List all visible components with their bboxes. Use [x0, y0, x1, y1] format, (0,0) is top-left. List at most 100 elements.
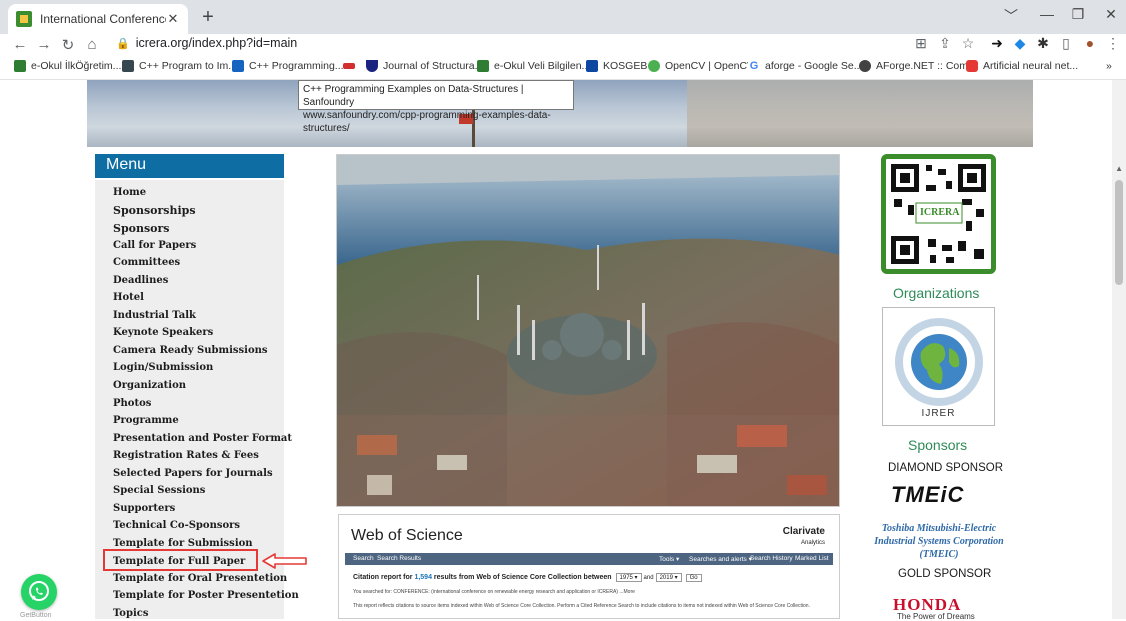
browser-toolbar: ← → ↻ ⌂ 🔒 icrera.org/index.php?id=main ⊞ … [0, 34, 1126, 56]
forward-arrow-icon[interactable]: → [34, 36, 54, 53]
organizations-heading: Organizations [893, 285, 980, 301]
istanbul-photo [336, 154, 840, 507]
minimize-button[interactable]: — [1032, 6, 1062, 22]
tooltip-url: www.sanfoundry.com/cpp-programming-examp… [303, 110, 551, 134]
whatsapp-chat-button[interactable] [21, 574, 57, 610]
scrollbar-thumb[interactable] [1115, 180, 1123, 285]
new-tab-button[interactable]: + [196, 6, 220, 29]
bookmark-item[interactable]: C++ Program to Im... [122, 60, 237, 72]
profile-avatar-icon[interactable]: ● [1081, 35, 1099, 51]
bookmark-favicon-icon [232, 60, 244, 72]
menu-item-topics[interactable]: Topics [113, 608, 148, 619]
extension-blue-icon[interactable]: ◆ [1011, 35, 1029, 52]
browser-menu-icon[interactable]: ⋮ [1104, 35, 1122, 52]
menu-item-sponsors[interactable]: Sponsors [113, 222, 170, 235]
bookmark-item[interactable] [343, 60, 360, 69]
ijrer-logo: IJRER [882, 307, 995, 426]
reload-icon[interactable]: ↻ [58, 36, 78, 54]
menu-item-industrial-talk[interactable]: Industrial Talk [113, 310, 196, 321]
browser-tab[interactable]: International Conference on Rene ✕ [8, 4, 188, 34]
browser-tab-bar: International Conference on Rene ✕ + ﹀ —… [0, 0, 1126, 34]
extensions-puzzle-icon[interactable]: ✱ [1034, 35, 1052, 52]
maximize-button[interactable]: ❐ [1063, 6, 1093, 23]
bookmark-favicon-icon [343, 63, 355, 69]
bookmark-star-icon[interactable]: ☆ [959, 35, 977, 52]
gold-sponsor-label: GOLD SPONSOR [898, 568, 992, 580]
menu-item-keynote-speakers[interactable]: Keynote Speakers [113, 327, 213, 338]
menu-item-login-submission[interactable]: Login/Submission [113, 362, 213, 373]
bookmark-favicon-icon [122, 60, 134, 72]
menu-item-camera-ready[interactable]: Camera Ready Submissions [113, 345, 268, 356]
bookmark-item[interactable]: Gaforge - Google Se... [748, 60, 862, 72]
menu-item-supporters[interactable]: Supporters [113, 503, 175, 514]
translate-icon[interactable]: ⊞ [912, 35, 930, 52]
wos-nav-bar: Search Search Results Tools ▾ Searches a… [345, 553, 833, 565]
bookmark-item[interactable]: KOSGEB [586, 60, 647, 72]
tmeic-logo[interactable]: TMEiC [891, 482, 964, 508]
highlight-rectangle [103, 549, 258, 571]
opencv-icon [648, 60, 660, 72]
tab-close-icon[interactable]: ✕ [166, 11, 180, 27]
wos-searched-for: You searched for: CONFERENCE: (internati… [353, 589, 635, 595]
menu-item-sponsorships[interactable]: Sponsorships [113, 204, 196, 217]
menu-item-presentation-format[interactable]: Presentation and Poster Format [113, 433, 292, 444]
globe-icon [859, 60, 871, 72]
wos-note: This report reflects citations to source… [353, 603, 810, 609]
bookmarks-bar: e-Okul İlkÖğretim... C++ Program to Im..… [0, 56, 1126, 80]
share-icon[interactable]: ⇪ [936, 35, 954, 52]
tmeic-sponsor-name[interactable]: Toshiba Mitsubishi-Electric Industrial S… [864, 522, 1014, 561]
bookmark-item[interactable]: e-Okul İlkÖğretim... [14, 60, 121, 72]
qr-code-image: ICRERA [881, 154, 996, 274]
wos-citation-report: Citation report for 1,594 results from W… [353, 573, 704, 582]
site-favicon-icon [16, 11, 32, 27]
bookmark-item[interactable]: Artificial neural net... [966, 60, 1078, 72]
home-icon[interactable]: ⌂ [82, 36, 102, 53]
close-window-button[interactable]: ✕ [1096, 6, 1126, 23]
bookmark-favicon-icon [586, 60, 598, 72]
bookmark-item[interactable]: Journal of Structura... [366, 60, 483, 72]
menu-item-template-submission[interactable]: Template for Submission [113, 538, 253, 549]
menu-item-template-poster[interactable]: Template for Poster Presentetion [113, 590, 299, 601]
getbutton-label: GetButton [20, 612, 52, 619]
google-icon: G [748, 60, 760, 72]
link-tooltip: C++ Programming Examples on Data-Structu… [298, 80, 574, 134]
bookmark-favicon-icon [14, 60, 26, 72]
bookmark-item[interactable]: OpenCV | OpenCV [648, 60, 754, 72]
extension-arrow-icon[interactable]: ➜ [988, 35, 1006, 52]
menu-item-technical-co-sponsors[interactable]: Technical Co-Sponsors [113, 520, 240, 531]
menu-item-call-for-papers[interactable]: Call for Papers [113, 240, 196, 251]
menu-item-committees[interactable]: Committees [113, 257, 180, 268]
menu-heading: Menu [95, 154, 284, 178]
menu-item-selected-papers[interactable]: Selected Papers for Journals [113, 468, 273, 479]
web-of-science-screenshot: Web of Science Clarivate Analytics Search… [338, 514, 840, 619]
ijrer-label: IJRER [921, 408, 956, 419]
menu-item-programme[interactable]: Programme [113, 415, 179, 426]
menu-item-organization[interactable]: Organization [113, 380, 186, 391]
clarivate-logo: Clarivate Analytics [782, 526, 825, 547]
menu-item-deadlines[interactable]: Deadlines [113, 275, 168, 286]
back-arrow-icon[interactable]: ← [10, 36, 30, 53]
tooltip-title: C++ Programming Examples on Data-Structu… [303, 84, 524, 108]
address-bar[interactable]: 🔒 icrera.org/index.php?id=main [116, 36, 297, 50]
bookmark-item[interactable]: C++ Programming... [232, 60, 344, 72]
side-panel-icon[interactable]: ▯ [1057, 35, 1075, 52]
bookmarks-overflow-button[interactable]: » [1106, 60, 1112, 72]
bookmark-item[interactable]: AForge.NET :: Com... [859, 60, 977, 72]
bookmark-item[interactable]: e-Okul Veli Bilgilen... [477, 60, 590, 72]
wos-title: Web of Science [351, 527, 463, 544]
menu-item-photos[interactable]: Photos [113, 398, 151, 409]
scroll-up-arrow-icon[interactable]: ▲ [1115, 164, 1123, 173]
whatsapp-icon [29, 581, 49, 601]
youtube-icon [966, 60, 978, 72]
tab-title: International Conference on Rene [40, 12, 166, 26]
tab-search-icon[interactable]: ﹀ [996, 6, 1026, 26]
menu-item-special-sessions[interactable]: Special Sessions [113, 485, 205, 496]
page-scrollbar[interactable]: ▲ [1112, 80, 1126, 619]
menu-item-hotel[interactable]: Hotel [113, 292, 144, 303]
menu-item-home[interactable]: Home [113, 187, 146, 198]
bookmark-favicon-icon [477, 60, 489, 72]
url-text: icrera.org/index.php?id=main [135, 36, 298, 50]
menu-item-registration[interactable]: Registration Rates & Fees [113, 450, 259, 461]
sponsors-heading: Sponsors [908, 437, 968, 453]
menu-item-template-oral[interactable]: Template for Oral Presentetion [113, 573, 287, 584]
